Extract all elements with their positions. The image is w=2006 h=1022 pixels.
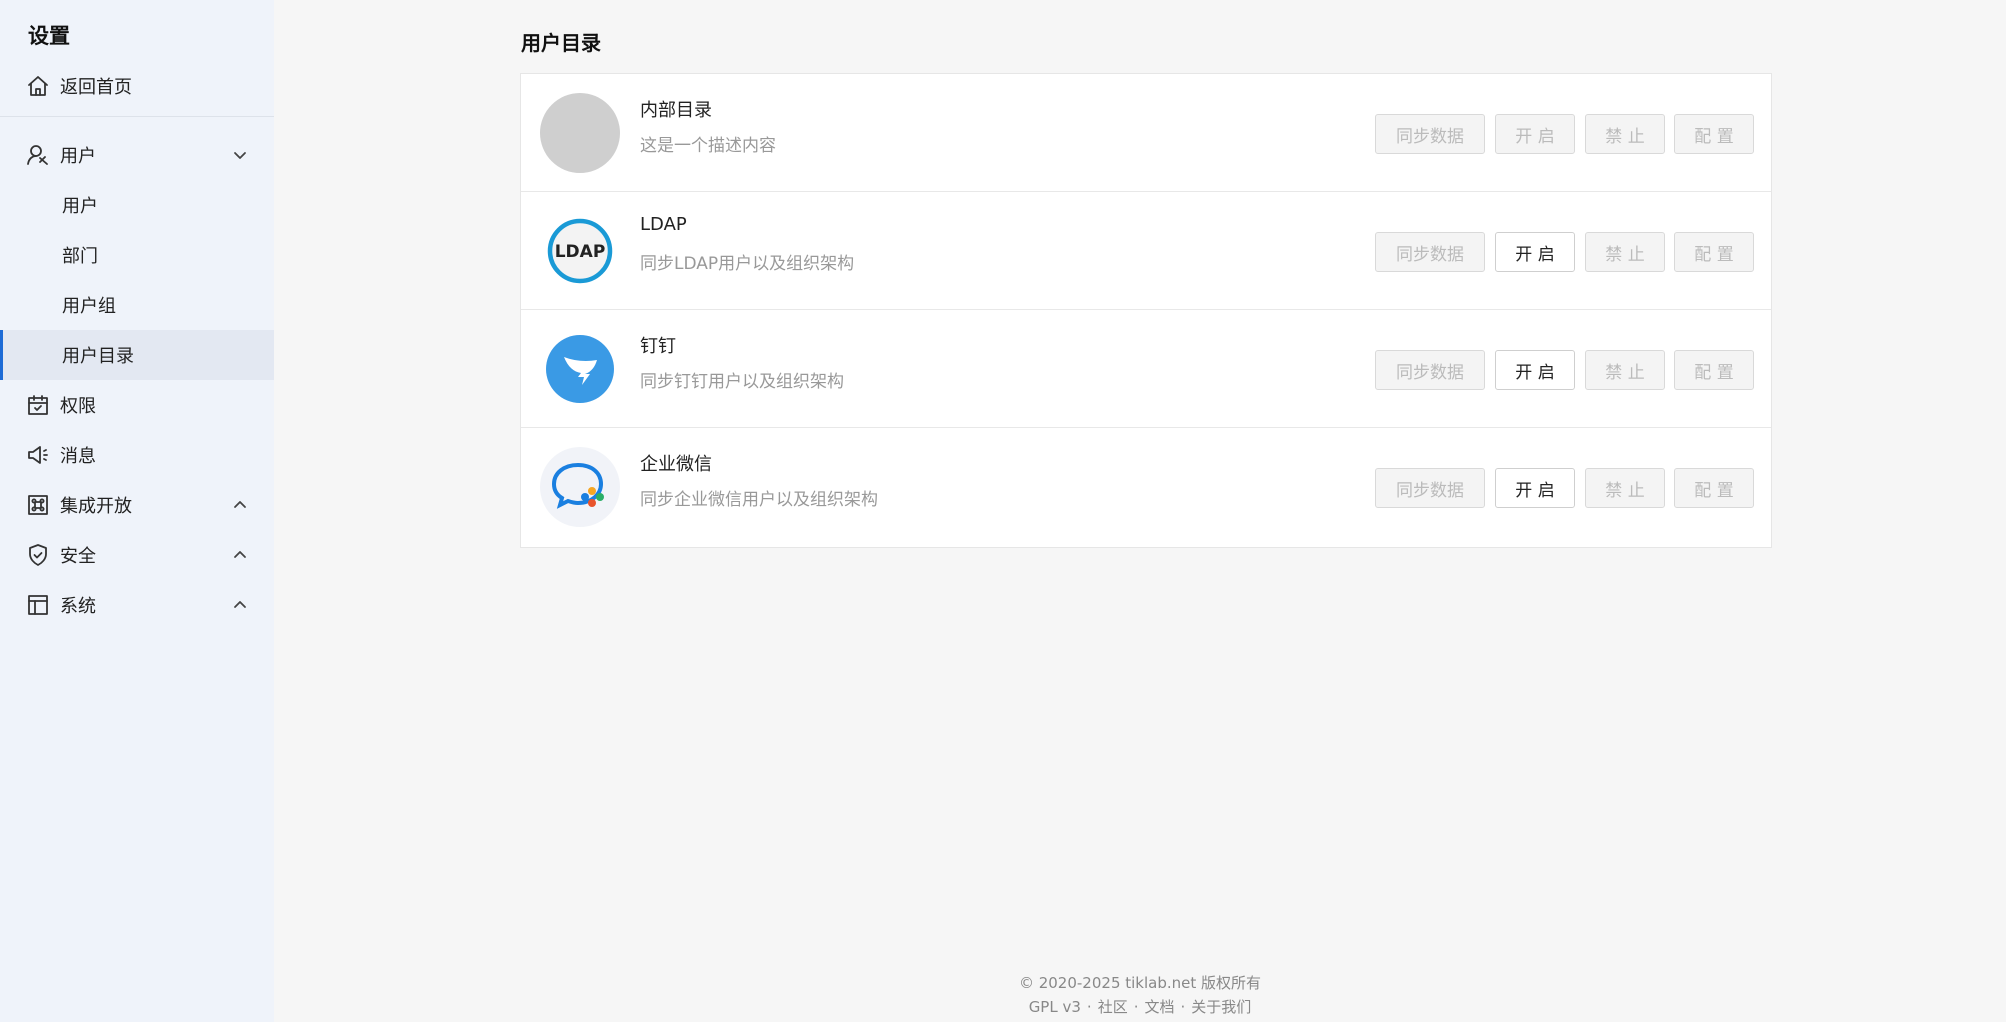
directory-description: 同步企业微信用户以及组织架构 xyxy=(640,490,878,510)
directory-description: 同步LDAP用户以及组织架构 xyxy=(640,254,855,274)
disable-button[interactable]: 禁 止 xyxy=(1585,468,1665,508)
svg-text:LDAP: LDAP xyxy=(555,242,606,262)
sidebar-item-permissions[interactable]: 权限 xyxy=(0,380,274,430)
config-button[interactable]: 配 置 xyxy=(1674,232,1754,272)
sidebar-item-label: 集成开放 xyxy=(60,496,132,517)
sidebar-item-integration[interactable]: 集成开放 xyxy=(0,480,274,530)
sync-data-button[interactable]: 同步数据 xyxy=(1375,232,1485,272)
directory-name: LDAP xyxy=(640,214,687,235)
footer-link-docs[interactable]: 文档 xyxy=(1144,998,1174,1016)
sidebar-item-system[interactable]: 系统 xyxy=(0,580,274,630)
sidebar-item-label: 用户组 xyxy=(62,296,116,317)
calendar-check-icon xyxy=(26,393,50,417)
command-icon xyxy=(26,493,50,517)
internal-directory-logo xyxy=(540,93,620,173)
sidebar-item-label: 用户目录 xyxy=(62,346,134,367)
enable-button[interactable]: 开 启 xyxy=(1495,114,1575,154)
config-button[interactable]: 配 置 xyxy=(1674,114,1754,154)
dingtalk-logo-icon xyxy=(540,329,620,409)
sidebar-item-label: 安全 xyxy=(60,546,96,567)
back-home-label: 返回首页 xyxy=(60,77,132,98)
user-icon xyxy=(26,143,50,167)
enable-button[interactable]: 开 启 xyxy=(1495,350,1575,390)
sidebar-title: 设置 xyxy=(28,24,70,48)
enable-button[interactable]: 开 启 xyxy=(1495,232,1575,272)
chevron-up-icon xyxy=(232,597,248,613)
sidebar-divider xyxy=(0,116,274,117)
disable-button[interactable]: 禁 止 xyxy=(1585,232,1665,272)
sidebar-item-user-directory[interactable]: 用户目录 xyxy=(0,330,274,380)
sidebar-item-user-groups[interactable]: 用户组 xyxy=(0,280,274,330)
chevron-up-icon xyxy=(232,497,248,513)
footer-link-community[interactable]: 社区 xyxy=(1098,998,1128,1016)
sidebar-group-users[interactable]: 用户 xyxy=(0,130,274,180)
directory-name: 企业微信 xyxy=(640,454,712,475)
footer-link-license[interactable]: GPL v3 xyxy=(1029,998,1081,1016)
sidebar-group-users-label: 用户 xyxy=(60,146,96,167)
sidebar-item-security[interactable]: 安全 xyxy=(0,530,274,580)
sidebar-item-label: 部门 xyxy=(62,246,98,267)
sidebar-item-label: 用户 xyxy=(62,196,98,217)
ldap-logo-icon: LDAP xyxy=(540,211,620,291)
directory-description: 这是一个描述内容 xyxy=(640,136,776,156)
config-button[interactable]: 配 置 xyxy=(1674,350,1754,390)
page-title: 用户目录 xyxy=(521,31,601,55)
sidebar-item-departments[interactable]: 部门 xyxy=(0,230,274,280)
directory-list: 内部目录 这是一个描述内容 同步数据 开 启 禁 止 配 置 LDAP LDAP… xyxy=(520,73,1772,548)
disable-button[interactable]: 禁 止 xyxy=(1585,114,1665,154)
config-button[interactable]: 配 置 xyxy=(1674,468,1754,508)
sidebar-item-messages[interactable]: 消息 xyxy=(0,430,274,480)
directory-name: 钉钉 xyxy=(640,336,676,357)
directory-description: 同步钉钉用户以及组织架构 xyxy=(640,372,844,392)
directory-name: 内部目录 xyxy=(640,100,712,121)
sync-data-button[interactable]: 同步数据 xyxy=(1375,350,1485,390)
sidebar-item-label: 权限 xyxy=(60,396,96,417)
megaphone-icon xyxy=(26,443,50,467)
directory-row-wecom: 企业微信 同步企业微信用户以及组织架构 同步数据 开 启 禁 止 配 置 xyxy=(521,428,1771,546)
enable-button[interactable]: 开 启 xyxy=(1495,468,1575,508)
footer-link-about[interactable]: 关于我们 xyxy=(1191,998,1251,1016)
wecom-logo-icon xyxy=(540,447,620,527)
back-home-link[interactable]: 返回首页 xyxy=(0,61,274,111)
sync-data-button[interactable]: 同步数据 xyxy=(1375,114,1485,154)
home-icon xyxy=(26,74,50,98)
sidebar-item-label: 消息 xyxy=(60,446,96,467)
shield-icon xyxy=(26,543,50,567)
footer-copyright: © 2020-2025 tiklab.net 版权所有 xyxy=(1018,974,1262,992)
directory-row-internal: 内部目录 这是一个描述内容 同步数据 开 启 禁 止 配 置 xyxy=(521,74,1771,192)
sidebar-item-users[interactable]: 用户 xyxy=(0,180,274,230)
sidebar: 设置 返回首页 用户 用户 部门 用户组 用户目录 权限 消息 集成开放 安全 … xyxy=(0,0,274,1022)
directory-row-dingtalk: 钉钉 同步钉钉用户以及组织架构 同步数据 开 启 禁 止 配 置 xyxy=(521,310,1771,428)
sync-data-button[interactable]: 同步数据 xyxy=(1375,468,1485,508)
chevron-down-icon xyxy=(232,147,248,163)
directory-row-ldap: LDAP LDAP 同步LDAP用户以及组织架构 同步数据 开 启 禁 止 配 … xyxy=(521,192,1771,310)
disable-button[interactable]: 禁 止 xyxy=(1585,350,1665,390)
footer-links: GPL v3 · 社区 · 文档 · 关于我们 xyxy=(1028,998,1252,1016)
sidebar-item-label: 系统 xyxy=(60,596,96,617)
chevron-up-icon xyxy=(232,547,248,563)
layout-icon xyxy=(26,593,50,617)
